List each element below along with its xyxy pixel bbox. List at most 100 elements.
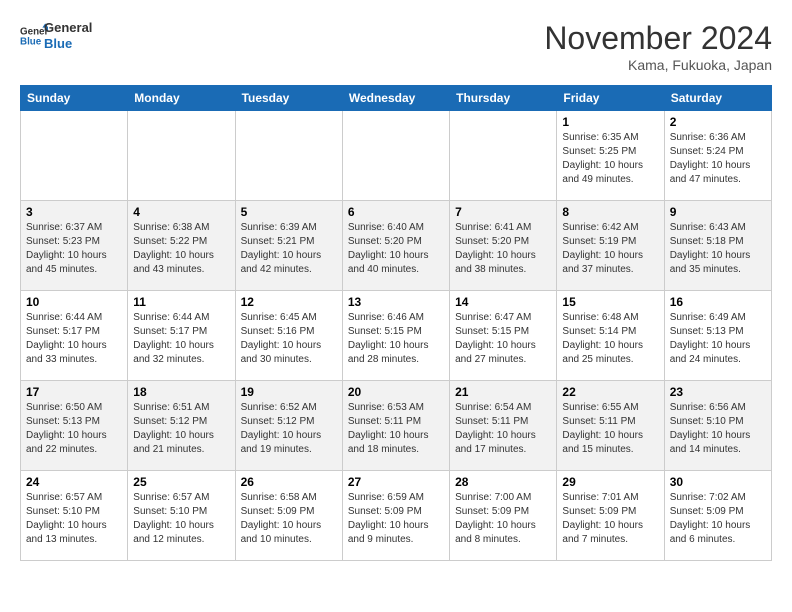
calendar-cell: 27 Sunrise: 6:59 AM Sunset: 5:09 PM Dayli… xyxy=(342,471,449,561)
calendar-cell: 11 Sunrise: 6:44 AM Sunset: 5:17 PM Dayli… xyxy=(128,291,235,381)
logo-blue: Blue xyxy=(44,36,92,52)
logo-general: General xyxy=(44,20,92,36)
calendar-cell xyxy=(235,111,342,201)
weekday-header-monday: Monday xyxy=(128,86,235,111)
day-number: 24 xyxy=(26,475,122,489)
day-info: Sunrise: 6:47 AM Sunset: 5:15 PM Dayligh… xyxy=(455,311,551,367)
calendar-cell: 18Sunrise: 6:51 AM Sunset: 5:12 PM Dayli… xyxy=(128,381,235,471)
day-info: Sunrise: 6:50 AM Sunset: 5:13 PM Dayligh… xyxy=(26,401,122,457)
day-number: 10 xyxy=(26,295,122,309)
svg-text:Blue: Blue xyxy=(20,36,42,47)
header: General Blue General Blue November 2024 … xyxy=(20,20,772,73)
calendar-cell: 17 Sunrise: 6:50 AM Sunset: 5:13 PM Dayli… xyxy=(21,381,128,471)
day-number: 4 xyxy=(133,205,229,219)
title-block: November 2024 Kama, Fukuoka, Japan xyxy=(544,20,772,73)
calendar-cell: 29Sunrise: 7:01 AM Sunset: 5:09 PM Dayli… xyxy=(557,471,664,561)
day-number: 28 xyxy=(455,475,551,489)
weekday-header-saturday: Saturday xyxy=(664,86,771,111)
day-info: Sunrise: 6:56 AM Sunset: 5:10 PM Dayligh… xyxy=(670,401,766,457)
day-info: Sunrise: 6:58 AM Sunset: 5:09 PM Dayligh… xyxy=(241,491,337,547)
weekday-header-thursday: Thursday xyxy=(450,86,557,111)
day-info: Sunrise: 7:02 AM Sunset: 5:09 PM Dayligh… xyxy=(670,491,766,547)
day-info: Sunrise: 6:57 AM Sunset: 5:10 PM Dayligh… xyxy=(133,491,229,547)
day-number: 23 xyxy=(670,385,766,399)
day-number: 25 xyxy=(133,475,229,489)
month-title: November 2024 xyxy=(544,20,772,57)
day-number: 12 xyxy=(241,295,337,309)
calendar-cell: 16 Sunrise: 6:49 AM Sunset: 5:13 PM Dayli… xyxy=(664,291,771,381)
day-number: 29 xyxy=(562,475,658,489)
day-number: 15 xyxy=(562,295,658,309)
weekday-header-sunday: Sunday xyxy=(21,86,128,111)
calendar-cell: 24 Sunrise: 6:57 AM Sunset: 5:10 PM Dayli… xyxy=(21,471,128,561)
page: General Blue General Blue November 2024 … xyxy=(0,0,792,571)
calendar-cell: 19 Sunrise: 6:52 AM Sunset: 5:12 PM Dayli… xyxy=(235,381,342,471)
day-number: 1 xyxy=(562,115,658,129)
calendar: SundayMondayTuesdayWednesdayThursdayFrid… xyxy=(20,85,772,561)
calendar-cell: 12 Sunrise: 6:45 AM Sunset: 5:16 PM Dayli… xyxy=(235,291,342,381)
calendar-cell: 21 Sunrise: 6:54 AM Sunset: 5:11 PM Dayli… xyxy=(450,381,557,471)
day-info: Sunrise: 6:39 AM Sunset: 5:21 PM Dayligh… xyxy=(241,221,337,277)
day-info: Sunrise: 7:00 AM Sunset: 5:09 PM Dayligh… xyxy=(455,491,551,547)
day-info: Sunrise: 6:42 AM Sunset: 5:19 PM Dayligh… xyxy=(562,221,658,277)
day-info: Sunrise: 6:38 AM Sunset: 5:22 PM Dayligh… xyxy=(133,221,229,277)
day-number: 3 xyxy=(26,205,122,219)
weekday-header-friday: Friday xyxy=(557,86,664,111)
day-info: Sunrise: 6:46 AM Sunset: 5:15 PM Dayligh… xyxy=(348,311,444,367)
calendar-cell: 7Sunrise: 6:41 AM Sunset: 5:20 PM Daylig… xyxy=(450,201,557,291)
calendar-cell: 15Sunrise: 6:48 AM Sunset: 5:14 PM Dayli… xyxy=(557,291,664,381)
day-info: Sunrise: 6:52 AM Sunset: 5:12 PM Dayligh… xyxy=(241,401,337,457)
calendar-cell: 23 Sunrise: 6:56 AM Sunset: 5:10 PM Dayli… xyxy=(664,381,771,471)
day-info: Sunrise: 6:53 AM Sunset: 5:11 PM Dayligh… xyxy=(348,401,444,457)
day-number: 6 xyxy=(348,205,444,219)
day-info: Sunrise: 6:57 AM Sunset: 5:10 PM Dayligh… xyxy=(26,491,122,547)
calendar-cell: 5Sunrise: 6:39 AM Sunset: 5:21 PM Daylig… xyxy=(235,201,342,291)
day-info: Sunrise: 6:44 AM Sunset: 5:17 PM Dayligh… xyxy=(133,311,229,367)
day-number: 26 xyxy=(241,475,337,489)
calendar-cell xyxy=(21,111,128,201)
calendar-cell xyxy=(450,111,557,201)
day-info: Sunrise: 6:51 AM Sunset: 5:12 PM Dayligh… xyxy=(133,401,229,457)
day-info: Sunrise: 6:45 AM Sunset: 5:16 PM Dayligh… xyxy=(241,311,337,367)
day-info: Sunrise: 6:40 AM Sunset: 5:20 PM Dayligh… xyxy=(348,221,444,277)
day-number: 16 xyxy=(670,295,766,309)
calendar-cell: 1 Sunrise: 6:35 AM Sunset: 5:25 PM Daylig… xyxy=(557,111,664,201)
day-number: 27 xyxy=(348,475,444,489)
calendar-cell xyxy=(128,111,235,201)
calendar-cell: 26 Sunrise: 6:58 AM Sunset: 5:09 PM Dayli… xyxy=(235,471,342,561)
calendar-cell xyxy=(342,111,449,201)
calendar-cell: 13 Sunrise: 6:46 AM Sunset: 5:15 PM Dayli… xyxy=(342,291,449,381)
day-number: 9 xyxy=(670,205,766,219)
day-info: Sunrise: 6:37 AM Sunset: 5:23 PM Dayligh… xyxy=(26,221,122,277)
day-number: 8 xyxy=(562,205,658,219)
location: Kama, Fukuoka, Japan xyxy=(544,57,772,73)
calendar-cell: 30Sunrise: 7:02 AM Sunset: 5:09 PM Dayli… xyxy=(664,471,771,561)
day-info: Sunrise: 6:43 AM Sunset: 5:18 PM Dayligh… xyxy=(670,221,766,277)
day-number: 11 xyxy=(133,295,229,309)
day-number: 21 xyxy=(455,385,551,399)
day-number: 20 xyxy=(348,385,444,399)
day-info: Sunrise: 6:35 AM Sunset: 5:25 PM Dayligh… xyxy=(562,131,658,187)
weekday-header-tuesday: Tuesday xyxy=(235,86,342,111)
day-info: Sunrise: 6:59 AM Sunset: 5:09 PM Dayligh… xyxy=(348,491,444,547)
day-number: 17 xyxy=(26,385,122,399)
calendar-cell: 10 Sunrise: 6:44 AM Sunset: 5:17 PM Dayli… xyxy=(21,291,128,381)
day-number: 19 xyxy=(241,385,337,399)
day-info: Sunrise: 6:54 AM Sunset: 5:11 PM Dayligh… xyxy=(455,401,551,457)
day-number: 13 xyxy=(348,295,444,309)
calendar-cell: 22 Sunrise: 6:55 AM Sunset: 5:11 PM Dayli… xyxy=(557,381,664,471)
calendar-cell: 2 Sunrise: 6:36 AM Sunset: 5:24 PM Daylig… xyxy=(664,111,771,201)
calendar-cell: 8 Sunrise: 6:42 AM Sunset: 5:19 PM Daylig… xyxy=(557,201,664,291)
calendar-cell: 9 Sunrise: 6:43 AM Sunset: 5:18 PM Daylig… xyxy=(664,201,771,291)
day-number: 14 xyxy=(455,295,551,309)
day-info: Sunrise: 6:55 AM Sunset: 5:11 PM Dayligh… xyxy=(562,401,658,457)
day-info: Sunrise: 6:36 AM Sunset: 5:24 PM Dayligh… xyxy=(670,131,766,187)
logo: General Blue General Blue xyxy=(20,20,92,51)
day-info: Sunrise: 6:41 AM Sunset: 5:20 PM Dayligh… xyxy=(455,221,551,277)
day-number: 2 xyxy=(670,115,766,129)
day-info: Sunrise: 6:44 AM Sunset: 5:17 PM Dayligh… xyxy=(26,311,122,367)
day-info: Sunrise: 6:49 AM Sunset: 5:13 PM Dayligh… xyxy=(670,311,766,367)
weekday-header-wednesday: Wednesday xyxy=(342,86,449,111)
calendar-cell: 6 Sunrise: 6:40 AM Sunset: 5:20 PM Daylig… xyxy=(342,201,449,291)
day-number: 22 xyxy=(562,385,658,399)
